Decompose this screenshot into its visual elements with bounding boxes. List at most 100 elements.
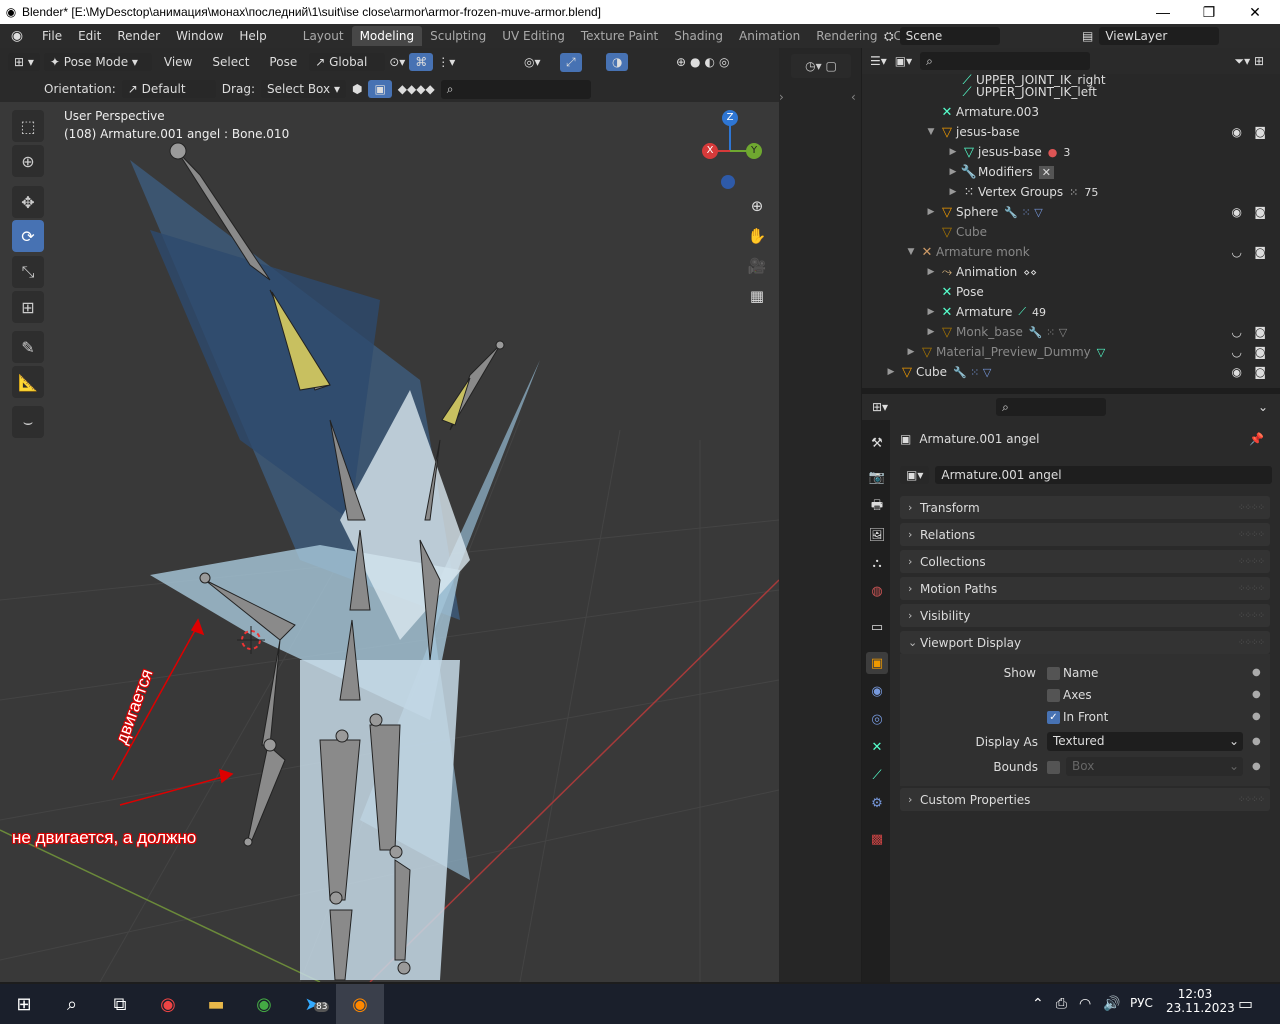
outliner-row-armature-003[interactable]: ✕ Armature.003 bbox=[862, 102, 1280, 122]
scene-tab-icon[interactable]: ⛬ bbox=[866, 552, 888, 574]
collapsed-arrow-icon[interactable]: ▶ bbox=[924, 327, 938, 337]
menu-view[interactable]: View bbox=[156, 55, 200, 69]
eye-icon[interactable]: ◉ bbox=[1232, 205, 1242, 219]
snap-toggle-icon[interactable]: ⌘ bbox=[409, 53, 434, 71]
editor-type-button[interactable]: ⊞ ▾ bbox=[8, 53, 40, 71]
tab-modeling[interactable]: Modeling bbox=[351, 26, 423, 46]
eye-closed-icon[interactable]: ◡ bbox=[1232, 345, 1242, 359]
timeline-editor-icon[interactable]: ◷▾ ▢ bbox=[791, 54, 851, 78]
menu-select[interactable]: Select bbox=[204, 55, 257, 69]
annotate-tool-icon[interactable]: ✎ bbox=[12, 331, 44, 363]
filter-icon[interactable]: ⏷▾ ⊞ bbox=[1235, 54, 1265, 69]
texture-tab-icon[interactable]: ▩ bbox=[866, 828, 888, 850]
pin-icon[interactable]: 📌 bbox=[1249, 432, 1264, 446]
task-view-icon[interactable]: ⧉ bbox=[96, 984, 144, 1024]
outliner-row-cube-hidden[interactable]: ▽ Cube bbox=[862, 222, 1280, 242]
outliner-search-input[interactable]: ⌕ bbox=[920, 52, 1091, 70]
select-mode-icons[interactable]: ◆◆◆◆ bbox=[398, 82, 435, 96]
collapsed-arrow-icon[interactable]: ▶ bbox=[884, 367, 898, 377]
display-mode-icon[interactable]: ▣▾ bbox=[895, 54, 912, 68]
tool-tab-icon[interactable]: ⚒ bbox=[866, 432, 888, 454]
name-checkbox[interactable] bbox=[1047, 667, 1060, 680]
constraints-tab-icon[interactable]: ◎ bbox=[866, 708, 888, 730]
object-type-dropdown-icon[interactable]: ▣▾ bbox=[900, 466, 930, 484]
tab-sculpting[interactable]: Sculpting bbox=[422, 26, 494, 46]
panel-visibility[interactable]: › Visibility ⁘⁘⁘⁘ bbox=[900, 604, 1270, 627]
collapsed-arrow-icon[interactable]: ▶ bbox=[924, 267, 938, 277]
tab-layout[interactable]: Layout bbox=[295, 26, 352, 46]
scene-selector[interactable]: ⛭ Scene bbox=[884, 27, 1034, 45]
color-picker-icon[interactable]: ⬢ bbox=[352, 82, 362, 96]
bounds-checkbox[interactable] bbox=[1047, 761, 1060, 774]
snap-target-icon[interactable]: ⋮▾ bbox=[437, 55, 455, 69]
properties-search-input[interactable]: ⌕ bbox=[996, 398, 1107, 416]
tray-volume-icon[interactable]: 🔊 bbox=[1103, 996, 1120, 1012]
outliner-row-vertex-groups[interactable]: ▶ ⁙ Vertex Groups ⁙ 75 bbox=[862, 182, 1280, 202]
object-tab-icon[interactable]: ▣ bbox=[866, 652, 888, 674]
tray-chevron-up-icon[interactable]: ⌃ bbox=[1032, 996, 1044, 1012]
orientation-dropdown[interactable]: ↗ Default bbox=[121, 80, 216, 98]
outliner-row-armature-monk[interactable]: ▼ ✕ Armature monk ◡ ◙ bbox=[862, 242, 1280, 262]
chrome-icon[interactable]: ◉ bbox=[144, 984, 192, 1024]
drag-handle-icon[interactable]: ⁘⁘⁘⁘ bbox=[1238, 795, 1265, 805]
viewlayer-name[interactable]: ViewLayer bbox=[1099, 27, 1220, 45]
bounds-type-dropdown[interactable]: Box ⌄ bbox=[1066, 757, 1243, 776]
display-as-dropdown[interactable]: Textured ⌄ bbox=[1047, 732, 1243, 751]
keyframe-dot-icon[interactable]: ● bbox=[1252, 711, 1261, 722]
scale-tool-icon[interactable]: ⤡ bbox=[12, 256, 44, 288]
tab-animation[interactable]: Animation bbox=[731, 26, 808, 46]
outliner-row-upper-joint-ik-left[interactable]: ⟋ UPPER_JOINT_IK_left bbox=[862, 82, 1280, 102]
tab-shading[interactable]: Shading bbox=[666, 26, 731, 46]
cursor-tool-icon[interactable]: ⊕ bbox=[12, 145, 44, 177]
relax-tool-icon[interactable]: ⌣ bbox=[12, 406, 44, 438]
collapsed-arrow-icon[interactable]: ▶ bbox=[924, 307, 938, 317]
panel-transform[interactable]: › Transform ⁘⁘⁘⁘ bbox=[900, 496, 1270, 519]
bone-tab-icon[interactable]: ⟋ bbox=[866, 764, 888, 786]
windows-start-icon[interactable]: ⊞ bbox=[0, 984, 48, 1024]
keyframe-dot-icon[interactable]: ● bbox=[1252, 736, 1261, 747]
eye-closed-icon[interactable]: ◡ bbox=[1232, 245, 1242, 259]
camera-view-icon[interactable]: 🎥 bbox=[745, 254, 769, 278]
drag-handle-icon[interactable]: ⁘⁘⁘⁘ bbox=[1238, 584, 1265, 594]
outliner-row-armature[interactable]: ▶ ✕ Armature ⟋ 49 bbox=[862, 302, 1280, 322]
output-tab-icon[interactable]: 🖶 bbox=[866, 496, 888, 518]
collapsed-arrow-icon[interactable]: ▶ bbox=[924, 207, 938, 217]
menu-edit[interactable]: Edit bbox=[70, 29, 109, 43]
minimize-button[interactable]: — bbox=[1140, 0, 1186, 24]
orthographic-grid-icon[interactable]: ▦ bbox=[745, 284, 769, 308]
file-explorer-icon[interactable]: ▬ bbox=[192, 984, 240, 1024]
maximize-button[interactable]: ❐ bbox=[1186, 0, 1232, 24]
drag-dropdown[interactable]: Select Box ▾ bbox=[260, 80, 346, 98]
outliner-row-pose[interactable]: ✕ Pose bbox=[862, 282, 1280, 302]
panel-collections[interactable]: › Collections ⁘⁘⁘⁘ bbox=[900, 550, 1270, 573]
clock[interactable]: 12:03 23.11.2023 bbox=[1166, 987, 1235, 1015]
collapsed-arrow-icon[interactable]: ▶ bbox=[946, 167, 960, 177]
physics-tab-icon[interactable]: ◉ bbox=[866, 680, 888, 702]
outliner-row-sphere[interactable]: ▶ ▽ Sphere 🔧 ⁙ ▽ ◉ ◙ bbox=[862, 202, 1280, 222]
search-icon[interactable]: ⌕ bbox=[48, 984, 96, 1024]
x-axis-label[interactable]: X bbox=[702, 143, 718, 159]
keyframe-dot-icon[interactable]: ● bbox=[1252, 667, 1261, 678]
bone-constraints-tab-icon[interactable]: ⚙ bbox=[866, 792, 888, 814]
transform-orientation-selector[interactable]: ↗ Global bbox=[309, 53, 386, 71]
properties-editor-icon[interactable]: ⊞▾ bbox=[872, 400, 888, 414]
keyframe-dot-icon[interactable]: ● bbox=[1252, 761, 1261, 772]
search-field[interactable]: ⌕ bbox=[440, 79, 591, 99]
camera-icon[interactable]: ◙ bbox=[1254, 325, 1266, 339]
gizmo-toggle-icon[interactable]: ⤢ bbox=[560, 52, 582, 72]
menu-render[interactable]: Render bbox=[109, 29, 168, 43]
transform-tool-icon[interactable]: ⊞ bbox=[12, 291, 44, 323]
outliner-row-animation[interactable]: ▶ ⤳ Animation ⋄⋄ bbox=[862, 262, 1280, 282]
camera-disabled-icon[interactable]: ◙ bbox=[1254, 345, 1266, 359]
viewlayer-selector[interactable]: ▤ ViewLayer bbox=[1082, 27, 1262, 45]
z-axis-label[interactable]: Z bbox=[722, 110, 738, 126]
scene-name[interactable]: Scene bbox=[899, 27, 1000, 45]
rotate-tool-icon[interactable]: ⟳ bbox=[12, 220, 44, 252]
blender-menu-icon[interactable]: ◉ bbox=[0, 28, 34, 44]
tab-rendering[interactable]: Rendering bbox=[808, 26, 885, 46]
outliner-row-jesus-base[interactable]: ▼ ▽ jesus-base ◉ ◙ bbox=[862, 122, 1280, 142]
camera-icon[interactable]: ◙ bbox=[1254, 205, 1266, 219]
camera-icon[interactable]: ◙ bbox=[1254, 245, 1266, 259]
object-name-field[interactable]: Armature.001 angel bbox=[935, 466, 1272, 484]
overlay-toggle-icon[interactable]: ◑ bbox=[606, 53, 629, 71]
